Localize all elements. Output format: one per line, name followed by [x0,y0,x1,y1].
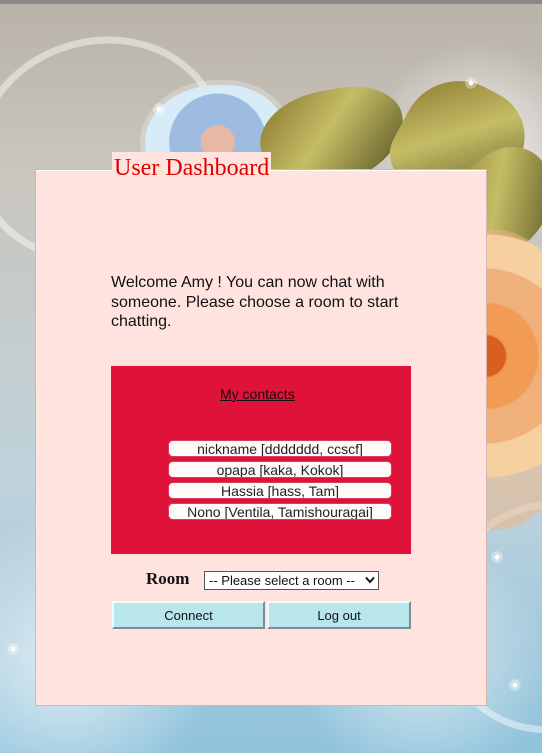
contact-item[interactable]: Hassia [hass, Tam] [168,482,392,499]
sparkle-icon [462,74,480,92]
sparkle-icon [150,100,168,118]
top-divider [0,0,542,4]
page-title: User Dashboard [112,152,272,184]
contact-list: nickname [ddddddd, ccscf] opapa [kaka, K… [168,440,394,524]
contact-item[interactable]: nickname [ddddddd, ccscf] [168,440,392,457]
welcome-message: Welcome Amy ! You can now chat with some… [111,274,399,330]
room-label: Room [146,569,190,588]
chevron-down-icon [365,576,375,584]
room-select-value: -- Please select a room -- [209,573,355,588]
my-contacts-link[interactable]: My contacts [220,385,304,403]
contact-item[interactable]: opapa [kaka, Kokok] [168,461,392,478]
contact-item[interactable]: Nono [Ventila, Tamishouragai] [168,503,392,520]
contacts-panel: My contacts nickname [ddddddd, ccscf] op… [111,366,411,554]
connect-button[interactable]: Connect [112,601,265,629]
room-select[interactable]: -- Please select a room -- [204,571,379,590]
sparkle-icon [506,676,524,694]
sparkle-icon [4,640,22,658]
logout-button[interactable]: Log out [267,601,411,629]
sparkle-icon [488,548,506,566]
